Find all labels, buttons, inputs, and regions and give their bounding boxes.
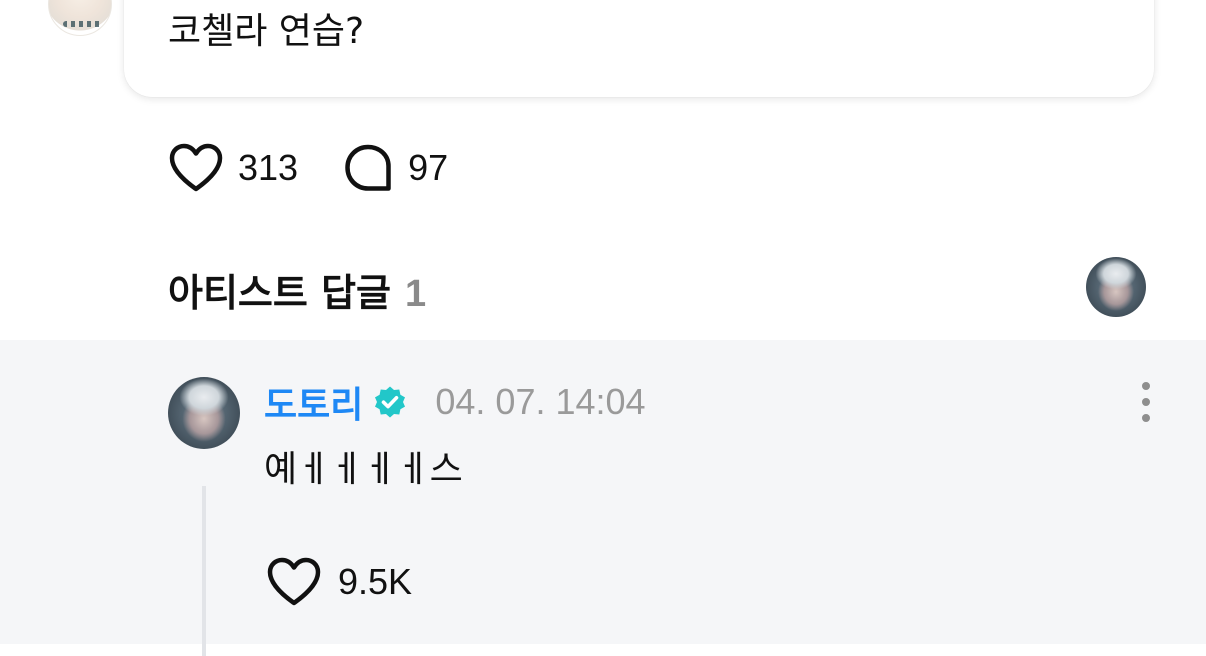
reply-author-name[interactable]: 도토리 bbox=[264, 376, 363, 428]
more-vertical-icon-dot bbox=[1142, 414, 1150, 422]
speech-bubble-icon bbox=[345, 144, 391, 191]
more-options-button[interactable] bbox=[1130, 382, 1162, 422]
reply-author-avatar[interactable] bbox=[168, 377, 240, 449]
artist-replies-header: 아티스트 답글 1 bbox=[168, 262, 426, 317]
heart-outline-icon bbox=[267, 557, 321, 606]
comment-button[interactable]: 97 bbox=[342, 142, 448, 194]
reply-like-count: 9.5K bbox=[338, 561, 413, 602]
thread-line bbox=[202, 486, 206, 656]
more-vertical-icon-dot bbox=[1142, 382, 1150, 390]
more-vertical-icon-dot bbox=[1142, 398, 1150, 406]
like-button[interactable]: 313 bbox=[168, 142, 298, 194]
reply-timestamp: 04. 07. 14:04 bbox=[435, 381, 646, 422]
post-stats: 313 97 bbox=[168, 140, 492, 196]
post-author-avatar[interactable] bbox=[48, 0, 112, 36]
section-title: 아티스트 답글 bbox=[168, 271, 391, 315]
artist-reply: 도토리 04. 07. 14:04 예ㅔㅔㅔㅔ스 9.5K bbox=[0, 340, 1206, 656]
reply-like-button[interactable]: 9.5K bbox=[266, 556, 412, 608]
verified-badge-icon bbox=[375, 386, 406, 418]
reply-header: 도토리 04. 07. 14:04 bbox=[264, 378, 646, 426]
post-text: 코첼라 연습? bbox=[168, 11, 365, 52]
heart-outline-icon bbox=[169, 143, 223, 192]
comment-count: 97 bbox=[408, 147, 449, 188]
reply-text: 예ㅔㅔㅔㅔ스 bbox=[264, 449, 463, 490]
like-count: 313 bbox=[238, 147, 299, 188]
post-card: 코첼라 연습? bbox=[124, 0, 1154, 97]
artist-avatar[interactable] bbox=[1086, 257, 1146, 317]
section-count: 1 bbox=[405, 273, 427, 315]
